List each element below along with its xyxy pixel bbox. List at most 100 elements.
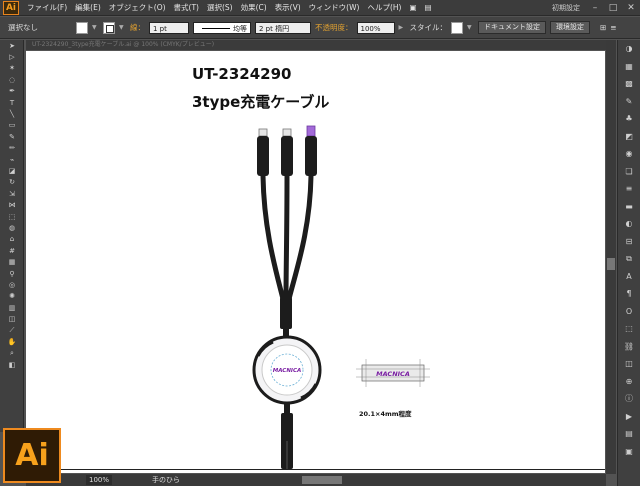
color-guide-icon[interactable]: ▦ bbox=[618, 58, 640, 76]
variable-width-profile[interactable]: 均等 bbox=[193, 21, 251, 34]
attributes-icon[interactable]: ▣ bbox=[618, 443, 640, 461]
menu-view[interactable]: 表示(V) bbox=[271, 2, 305, 13]
actions-icon[interactable]: ▶ bbox=[618, 408, 640, 426]
zoom-icon[interactable]: ⌕ bbox=[0, 348, 24, 359]
width-icon[interactable]: ⋈ bbox=[0, 199, 24, 210]
magic-wand-icon[interactable]: ✶ bbox=[0, 63, 24, 74]
blend-icon[interactable]: ◎ bbox=[0, 279, 24, 290]
menu-object[interactable]: オブジェクト(O) bbox=[105, 2, 170, 13]
stroke-label[interactable]: 線： bbox=[130, 22, 145, 33]
rectangle-icon[interactable]: ▭ bbox=[0, 120, 24, 131]
arrange-documents-icon[interactable]: ▤ bbox=[421, 3, 436, 12]
swatches-icon[interactable]: ▩ bbox=[618, 75, 640, 93]
fill-stroke-icon[interactable]: ◧ bbox=[0, 359, 24, 370]
layers-icon[interactable]: ❏ bbox=[618, 163, 640, 181]
selection-icon[interactable]: ➤ bbox=[0, 40, 24, 51]
links-icon[interactable]: ⛓ bbox=[618, 338, 640, 356]
opentype-icon[interactable]: O bbox=[618, 303, 640, 321]
menu-edit[interactable]: 編集(E) bbox=[71, 2, 105, 13]
align-icon[interactable]: ⊟ bbox=[618, 233, 640, 251]
transparency-icon[interactable]: ◐ bbox=[618, 215, 640, 233]
navigator-icon[interactable]: ⊕ bbox=[618, 373, 640, 391]
menu-file[interactable]: ファイル(F) bbox=[23, 2, 71, 13]
document-tab-title: UT-2324290_3type充電ケーブル.ai @ 100% (CMYK/プ… bbox=[32, 41, 215, 48]
menu-effect[interactable]: 効果(C) bbox=[237, 2, 271, 13]
character-icon[interactable]: A bbox=[618, 268, 640, 286]
direct-selection-icon[interactable]: ▷ bbox=[0, 51, 24, 62]
status-bar: 100% 手のひら bbox=[26, 474, 606, 486]
blob-brush-icon[interactable]: ⌁ bbox=[0, 154, 24, 165]
symbols-icon[interactable]: ♣ bbox=[618, 110, 640, 128]
brush-icon[interactable]: ✎ bbox=[0, 131, 24, 142]
mesh-icon[interactable]: # bbox=[0, 245, 24, 256]
artboard-icon[interactable]: ◫ bbox=[0, 313, 24, 324]
document-info-icon[interactable]: ▤ bbox=[618, 425, 640, 443]
pen-icon[interactable]: ✒ bbox=[0, 86, 24, 97]
horizontal-scroll-thumb[interactable] bbox=[302, 476, 342, 484]
menu-select[interactable]: 選択(S) bbox=[203, 2, 237, 13]
close-icon[interactable]: ✕ bbox=[622, 1, 640, 15]
chevron-down-icon[interactable]: ▼ bbox=[467, 24, 474, 31]
eyedropper-icon[interactable]: ⚲ bbox=[0, 268, 24, 279]
align-icon[interactable]: ⊞ bbox=[600, 23, 606, 32]
document-setup-button[interactable]: ドキュメント設定 bbox=[478, 21, 546, 34]
artboard-canvas[interactable]: UT-2324290 3type充電ケーブル MACNICA MACNICA 2… bbox=[26, 51, 605, 473]
lasso-icon[interactable]: ◌ bbox=[0, 74, 24, 85]
cable-middle bbox=[283, 175, 290, 300]
menu-window[interactable]: ウィンドウ(W) bbox=[305, 2, 364, 13]
opacity-label[interactable]: 不透明度： bbox=[315, 22, 353, 33]
graph-icon[interactable]: ▥ bbox=[0, 302, 24, 313]
zoom-level[interactable]: 100% bbox=[86, 475, 113, 485]
free-transform-icon[interactable]: ⬚ bbox=[0, 211, 24, 222]
artboard-edge bbox=[26, 469, 605, 470]
artboards-icon[interactable]: ◫ bbox=[618, 355, 640, 373]
panel-menu-icon[interactable]: ≡ bbox=[610, 23, 616, 32]
stroke-weight-field[interactable]: 1 pt bbox=[149, 21, 189, 34]
gradient-icon[interactable]: ▦ bbox=[0, 256, 24, 267]
stroke-icon[interactable]: ≡ bbox=[618, 180, 640, 198]
maximize-icon[interactable]: □ bbox=[604, 1, 622, 15]
print-size-caption: 20.1×4mm程度 bbox=[359, 410, 412, 418]
transform-icon[interactable]: ⬚ bbox=[618, 320, 640, 338]
line-icon[interactable]: ╲ bbox=[0, 108, 24, 119]
appearance-icon[interactable]: ◉ bbox=[618, 145, 640, 163]
pathfinder-icon[interactable]: ⧉ bbox=[618, 250, 640, 268]
type-icon[interactable]: T bbox=[0, 97, 24, 108]
rotate-icon[interactable]: ↻ bbox=[0, 177, 24, 188]
tools-panel: ➤ ▷ ✶ ◌ ✒ T ╲ ▭ ✎ ✏ ⌁ ◪ ↻ ⇲ ⋈ ⬚ ◍ ⌂ # ▦ … bbox=[0, 40, 24, 432]
opacity-field[interactable]: 100% bbox=[356, 21, 395, 34]
current-tool-status[interactable]: 手のひら bbox=[152, 475, 180, 485]
vertical-scroll-thumb[interactable] bbox=[607, 258, 615, 270]
graphic-styles-icon[interactable]: ◩ bbox=[618, 128, 640, 146]
minimize-icon[interactable]: – bbox=[586, 1, 604, 15]
slice-icon[interactable]: ⟋ bbox=[0, 325, 24, 336]
chevron-down-icon[interactable]: ▼ bbox=[119, 24, 126, 31]
eraser-icon[interactable]: ◪ bbox=[0, 165, 24, 176]
chevron-down-icon[interactable]: ▼ bbox=[92, 24, 99, 31]
pencil-icon[interactable]: ✏ bbox=[0, 143, 24, 154]
gradient-panel-icon[interactable]: ▬ bbox=[618, 198, 640, 216]
preferences-button[interactable]: 環境設定 bbox=[550, 21, 590, 34]
perspective-icon[interactable]: ⌂ bbox=[0, 234, 24, 245]
vertical-scrollbar[interactable] bbox=[606, 40, 616, 474]
reel-logo: MACNICA bbox=[273, 368, 302, 374]
workspace-switcher[interactable]: 初期設定 bbox=[546, 3, 586, 13]
color-icon[interactable]: ◑ bbox=[618, 40, 640, 58]
cable-left bbox=[260, 175, 286, 300]
bridge-icon[interactable]: ▣ bbox=[405, 3, 420, 12]
scale-icon[interactable]: ⇲ bbox=[0, 188, 24, 199]
hand-icon[interactable]: ✋ bbox=[0, 336, 24, 347]
paragraph-icon[interactable]: ¶ bbox=[618, 285, 640, 303]
graphic-style-swatch[interactable] bbox=[451, 21, 463, 34]
symbol-sprayer-icon[interactable]: ✺ bbox=[0, 291, 24, 302]
brushes-icon[interactable]: ✎ bbox=[618, 93, 640, 111]
stroke-swatch[interactable] bbox=[103, 21, 115, 34]
brush-definition[interactable]: 2 pt 楕円 bbox=[255, 21, 311, 34]
shape-builder-icon[interactable]: ◍ bbox=[0, 222, 24, 233]
info-icon[interactable]: ⓘ bbox=[618, 390, 640, 408]
chevron-right-icon[interactable]: ▶ bbox=[399, 24, 406, 31]
document-tab[interactable]: UT-2324290_3type充電ケーブル.ai @ 100% (CMYK/プ… bbox=[26, 40, 606, 50]
menu-help[interactable]: ヘルプ(H) bbox=[363, 2, 405, 13]
fill-swatch[interactable] bbox=[76, 21, 88, 34]
menu-type[interactable]: 書式(T) bbox=[170, 2, 203, 13]
